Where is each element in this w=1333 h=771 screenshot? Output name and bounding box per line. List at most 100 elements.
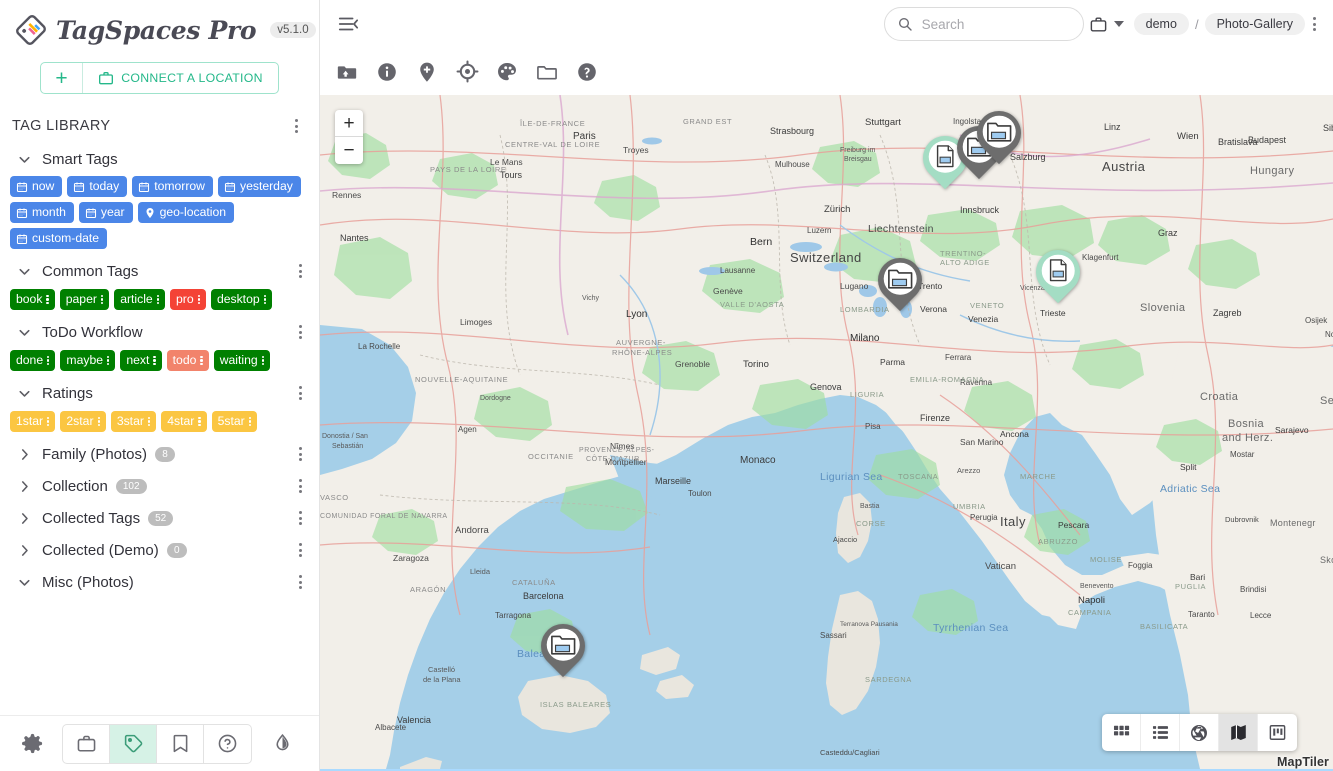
tag-group-todo-workflow[interactable]: ToDo Workflow xyxy=(0,316,319,348)
tag-desktop[interactable]: desktop xyxy=(211,289,272,310)
map-view-button[interactable] xyxy=(1219,714,1258,751)
tag-menu-icon[interactable] xyxy=(153,295,162,305)
tag-1star[interactable]: 1star xyxy=(10,411,55,432)
tag-next[interactable]: next xyxy=(120,350,161,371)
grid-view-button[interactable] xyxy=(1102,714,1141,751)
tag-group-family-photos[interactable]: Family (Photos)8 xyxy=(0,438,319,470)
add-location-plus-icon[interactable]: + xyxy=(41,63,83,93)
location-briefcase-icon[interactable] xyxy=(1084,4,1114,44)
breadcrumb-item-photo-gallery[interactable]: Photo-Gallery xyxy=(1205,13,1305,35)
marker-folder-3[interactable] xyxy=(878,258,922,302)
more-vertical-icon[interactable] xyxy=(1305,14,1323,34)
tag-group-smart-tags[interactable]: Smart Tags xyxy=(0,144,319,174)
list-view-button[interactable] xyxy=(1141,714,1180,751)
tag-menu-icon[interactable] xyxy=(43,356,52,366)
tag-custom-date[interactable]: custom-date xyxy=(10,228,107,249)
tag-menu-icon[interactable] xyxy=(260,295,269,305)
tag-book[interactable]: book xyxy=(10,289,55,310)
chevron-down-icon[interactable] xyxy=(12,151,36,168)
add-location-button[interactable] xyxy=(414,59,440,85)
theme-toggle[interactable] xyxy=(262,724,302,764)
tag-menu-icon[interactable] xyxy=(97,295,106,305)
tag-menu-icon[interactable] xyxy=(194,295,203,305)
gallery-view-button[interactable] xyxy=(1180,714,1219,751)
tag-library-menu-icon[interactable] xyxy=(287,116,305,136)
tag-group-menu-icon[interactable] xyxy=(291,572,309,592)
tag-geo-location[interactable]: geo-location xyxy=(138,202,234,223)
tag-menu-icon[interactable] xyxy=(258,356,267,366)
tag-menu-icon[interactable] xyxy=(144,417,153,427)
map-zoom-control[interactable]: + − xyxy=(335,110,363,164)
tag-group-menu-icon[interactable] xyxy=(291,383,309,403)
chevron-down-icon[interactable] xyxy=(12,324,36,341)
tag-maybe[interactable]: maybe xyxy=(60,350,115,371)
tag-menu-icon[interactable] xyxy=(42,295,51,305)
tag-library-button[interactable] xyxy=(110,725,157,763)
marker-folder-2[interactable] xyxy=(977,111,1021,155)
help-button[interactable] xyxy=(204,725,251,763)
upload-files-button[interactable] xyxy=(334,59,360,85)
tag-menu-icon[interactable] xyxy=(196,356,205,366)
chevron-down-icon[interactable] xyxy=(12,385,36,402)
tag-yesterday[interactable]: yesterday xyxy=(218,176,301,197)
map-attribution[interactable]: MapTiler xyxy=(1277,755,1329,769)
tag-pro[interactable]: pro xyxy=(170,289,206,310)
location-chevron-down-icon[interactable] xyxy=(1114,21,1124,27)
chevron-right-icon[interactable] xyxy=(12,542,36,559)
settings-button[interactable] xyxy=(12,724,52,764)
open-folder-button[interactable] xyxy=(534,59,560,85)
tag-group-misc-photos[interactable]: Misc (Photos) xyxy=(0,566,319,598)
properties-button[interactable] xyxy=(374,59,400,85)
map-canvas[interactable] xyxy=(320,95,1333,769)
tag-now[interactable]: now xyxy=(10,176,62,197)
tag-group-collection[interactable]: Collection102 xyxy=(0,470,319,502)
collapse-menu-icon[interactable] xyxy=(328,4,368,44)
bookmarks-button[interactable] xyxy=(157,725,204,763)
tag-year[interactable]: year xyxy=(79,202,133,223)
help-button[interactable] xyxy=(574,59,600,85)
tag-group-collected-demo[interactable]: Collected (Demo)0 xyxy=(0,534,319,566)
tag-done[interactable]: done xyxy=(10,350,55,371)
tag-menu-icon[interactable] xyxy=(94,417,103,427)
tag-group-menu-icon[interactable] xyxy=(291,261,309,281)
chevron-down-icon[interactable] xyxy=(12,574,36,591)
tag-group-menu-icon[interactable] xyxy=(291,322,309,342)
tag-tomorrow[interactable]: tomorrow xyxy=(132,176,213,197)
map-style-button[interactable] xyxy=(494,59,520,85)
tag-paper[interactable]: paper xyxy=(60,289,109,310)
connect-location-button[interactable]: + CONNECT A LOCATION xyxy=(40,62,279,94)
tag-4star[interactable]: 4star xyxy=(161,411,206,432)
tag-menu-icon[interactable] xyxy=(43,417,52,427)
tag-todo[interactable]: todo xyxy=(167,350,209,371)
tag-3star[interactable]: 3star xyxy=(111,411,156,432)
tag-menu-icon[interactable] xyxy=(103,356,112,366)
tag-today[interactable]: today xyxy=(67,176,127,197)
chevron-down-icon[interactable] xyxy=(12,263,36,280)
tag-menu-icon[interactable] xyxy=(245,417,254,427)
tag-menu-icon[interactable] xyxy=(149,356,158,366)
map-view[interactable]: ParisTroyesStrasbourgStuttgartIngolstadt… xyxy=(320,95,1333,771)
tag-2star[interactable]: 2star xyxy=(60,411,105,432)
chevron-right-icon[interactable] xyxy=(12,510,36,527)
locations-button[interactable] xyxy=(63,725,110,763)
tag-menu-icon[interactable] xyxy=(194,417,203,427)
tag-group-common-tags[interactable]: Common Tags xyxy=(0,255,319,287)
tag-group-menu-icon[interactable] xyxy=(291,540,309,560)
tag-group-collected-tags[interactable]: Collected Tags52 xyxy=(0,502,319,534)
zoom-in-button[interactable]: + xyxy=(335,110,363,137)
search-box[interactable] xyxy=(884,7,1084,41)
marker-folder-4[interactable] xyxy=(541,624,585,668)
tag-5star[interactable]: 5star xyxy=(212,411,257,432)
center-map-button[interactable] xyxy=(454,59,480,85)
tag-group-ratings[interactable]: Ratings xyxy=(0,377,319,409)
chevron-right-icon[interactable] xyxy=(12,478,36,495)
chevron-right-icon[interactable] xyxy=(12,446,36,463)
tag-group-menu-icon[interactable] xyxy=(291,508,309,528)
tag-group-menu-icon[interactable] xyxy=(291,444,309,464)
breadcrumb-item-demo[interactable]: demo xyxy=(1134,13,1189,35)
search-input[interactable] xyxy=(922,17,1071,32)
tag-month[interactable]: month xyxy=(10,202,74,223)
tag-article[interactable]: article xyxy=(114,289,165,310)
tag-waiting[interactable]: waiting xyxy=(214,350,270,371)
marker-document-2[interactable] xyxy=(1036,250,1080,294)
